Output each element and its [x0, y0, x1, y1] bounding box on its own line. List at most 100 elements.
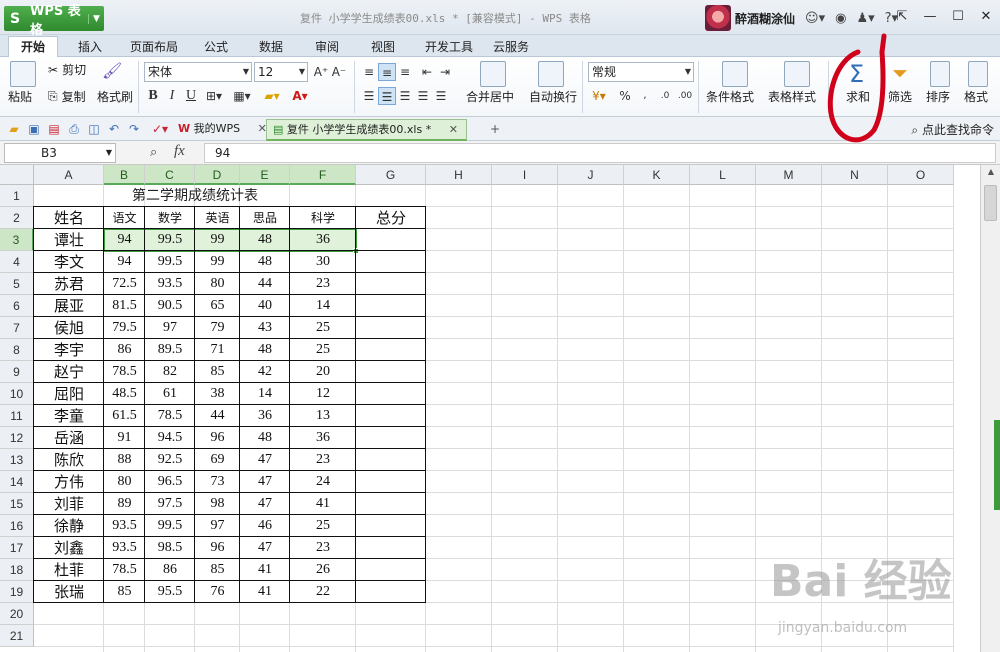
score-cell[interactable]: 80	[195, 273, 240, 295]
row-header-18[interactable]: 18	[0, 559, 34, 581]
user-area[interactable]: 醉酒糊涂仙 ☺▾ ◉ ♟▾ ?▾	[705, 5, 898, 31]
score-cell[interactable]: 96	[195, 537, 240, 559]
tab-my-wps[interactable]: W 我的WPS ✕	[172, 119, 275, 141]
format-painter-button[interactable]: 🖌	[102, 61, 122, 80]
student-name-cell[interactable]: 李宇	[34, 339, 104, 361]
font-color-icon[interactable]: A▾	[291, 87, 309, 105]
sort-button[interactable]	[930, 61, 950, 87]
side-panel-toggle[interactable]	[994, 420, 1000, 510]
student-name-cell[interactable]: 谭壮	[34, 229, 104, 251]
underline-button[interactable]: U	[182, 87, 200, 105]
score-cell[interactable]: 47	[240, 449, 290, 471]
score-cell[interactable]: 90.5	[145, 295, 195, 317]
score-cell[interactable]: 89	[104, 493, 145, 515]
sheet-title[interactable]: 第二学期成绩统计表	[34, 185, 356, 207]
column-header-c[interactable]: C	[145, 165, 195, 185]
table-style-button[interactable]	[784, 61, 810, 87]
skin-icon[interactable]: ♟▾	[856, 11, 874, 26]
score-cell[interactable]: 89.5	[145, 339, 195, 361]
paste-label[interactable]: 粘贴	[8, 88, 32, 105]
score-cell[interactable]: 92.5	[145, 449, 195, 471]
close-icon[interactable]: ✕	[449, 123, 458, 136]
score-cell[interactable]: 99	[195, 229, 240, 251]
distribute-icon[interactable]: ☰	[432, 87, 450, 105]
header-cell[interactable]: 总分	[356, 207, 426, 229]
redo-icon[interactable]: ↷	[126, 121, 142, 137]
column-header-n[interactable]: N	[822, 165, 888, 185]
score-cell[interactable]: 14	[240, 383, 290, 405]
score-cell[interactable]: 80	[104, 471, 145, 493]
cut-button[interactable]: ✂ 剪切	[48, 61, 86, 78]
score-cell[interactable]: 44	[195, 405, 240, 427]
score-cell[interactable]: 85	[195, 559, 240, 581]
column-header-l[interactable]: L	[690, 165, 756, 185]
column-header-h[interactable]: H	[426, 165, 492, 185]
column-header-j[interactable]: J	[558, 165, 624, 185]
score-cell[interactable]: 79	[195, 317, 240, 339]
score-cell[interactable]: 36	[240, 405, 290, 427]
score-cell[interactable]: 72.5	[104, 273, 145, 295]
tab-formulas[interactable]: 公式	[192, 37, 240, 57]
currency-icon[interactable]: ¥▾	[590, 87, 608, 105]
tab-data[interactable]: 数据	[247, 37, 295, 57]
score-cell[interactable]: 85	[104, 581, 145, 603]
tab-cloud[interactable]: 云服务	[481, 37, 541, 57]
align-bottom-icon[interactable]: ≡	[396, 63, 414, 81]
table-style-label[interactable]: 表格样式	[768, 88, 816, 105]
number-format-select[interactable]: 常规 ▼	[588, 62, 694, 82]
student-name-cell[interactable]: 刘菲	[34, 493, 104, 515]
tab-page-layout[interactable]: 页面布局	[118, 37, 190, 57]
student-name-cell[interactable]: 刘鑫	[34, 537, 104, 559]
score-cell[interactable]: 36	[290, 229, 356, 251]
increase-decimal-icon[interactable]: .0	[656, 87, 674, 105]
percent-icon[interactable]: %	[616, 87, 634, 105]
row-header-11[interactable]: 11	[0, 405, 34, 427]
print-preview-icon[interactable]: ◫	[86, 121, 102, 137]
student-name-cell[interactable]: 展亚	[34, 295, 104, 317]
column-header-e[interactable]: E	[240, 165, 290, 185]
conditional-format-label[interactable]: 条件格式	[706, 88, 754, 105]
header-cell[interactable]: 数学	[145, 207, 195, 229]
vertical-scrollbar[interactable]: ▲	[980, 165, 1000, 652]
paste-button[interactable]	[10, 61, 36, 87]
score-cell[interactable]: 99	[195, 251, 240, 273]
font-grow-icon[interactable]: A⁺	[312, 63, 330, 81]
select-all-corner[interactable]	[0, 165, 34, 185]
score-cell[interactable]: 98.5	[145, 537, 195, 559]
row-header-17[interactable]: 17	[0, 537, 34, 559]
header-cell[interactable]: 英语	[195, 207, 240, 229]
auto-wrap-label[interactable]: 自动换行	[529, 88, 577, 105]
score-cell[interactable]: 91	[104, 427, 145, 449]
score-cell[interactable]: 99.5	[145, 229, 195, 251]
total-cell[interactable]	[356, 251, 426, 273]
score-cell[interactable]: 36	[290, 427, 356, 449]
formula-input[interactable]: 94	[204, 143, 996, 163]
score-cell[interactable]: 47	[240, 493, 290, 515]
score-cell[interactable]: 99.5	[145, 515, 195, 537]
justify-icon[interactable]: ☰	[414, 87, 432, 105]
row-header-16[interactable]: 16	[0, 515, 34, 537]
row-header-10[interactable]: 10	[0, 383, 34, 405]
row-header-20[interactable]: 20	[0, 603, 34, 625]
total-cell[interactable]	[356, 317, 426, 339]
score-cell[interactable]: 47	[240, 471, 290, 493]
row-header-8[interactable]: 8	[0, 339, 34, 361]
borders-icon[interactable]: ⊞▾	[205, 87, 223, 105]
score-cell[interactable]: 48	[240, 427, 290, 449]
total-cell[interactable]	[356, 581, 426, 603]
font-size-select[interactable]: 12 ▼	[254, 62, 308, 82]
score-cell[interactable]: 93.5	[104, 537, 145, 559]
score-cell[interactable]: 13	[290, 405, 356, 427]
score-cell[interactable]: 25	[290, 317, 356, 339]
score-cell[interactable]: 76	[195, 581, 240, 603]
column-header-b[interactable]: B	[104, 165, 145, 185]
open-folder-icon[interactable]: ▰	[6, 121, 22, 137]
student-name-cell[interactable]: 赵宁	[34, 361, 104, 383]
score-cell[interactable]: 38	[195, 383, 240, 405]
total-cell[interactable]	[356, 427, 426, 449]
score-cell[interactable]: 78.5	[145, 405, 195, 427]
score-cell[interactable]: 23	[290, 449, 356, 471]
align-top-icon[interactable]: ≡	[360, 63, 378, 81]
row-header-1[interactable]: 1	[0, 185, 34, 207]
row-header-9[interactable]: 9	[0, 361, 34, 383]
